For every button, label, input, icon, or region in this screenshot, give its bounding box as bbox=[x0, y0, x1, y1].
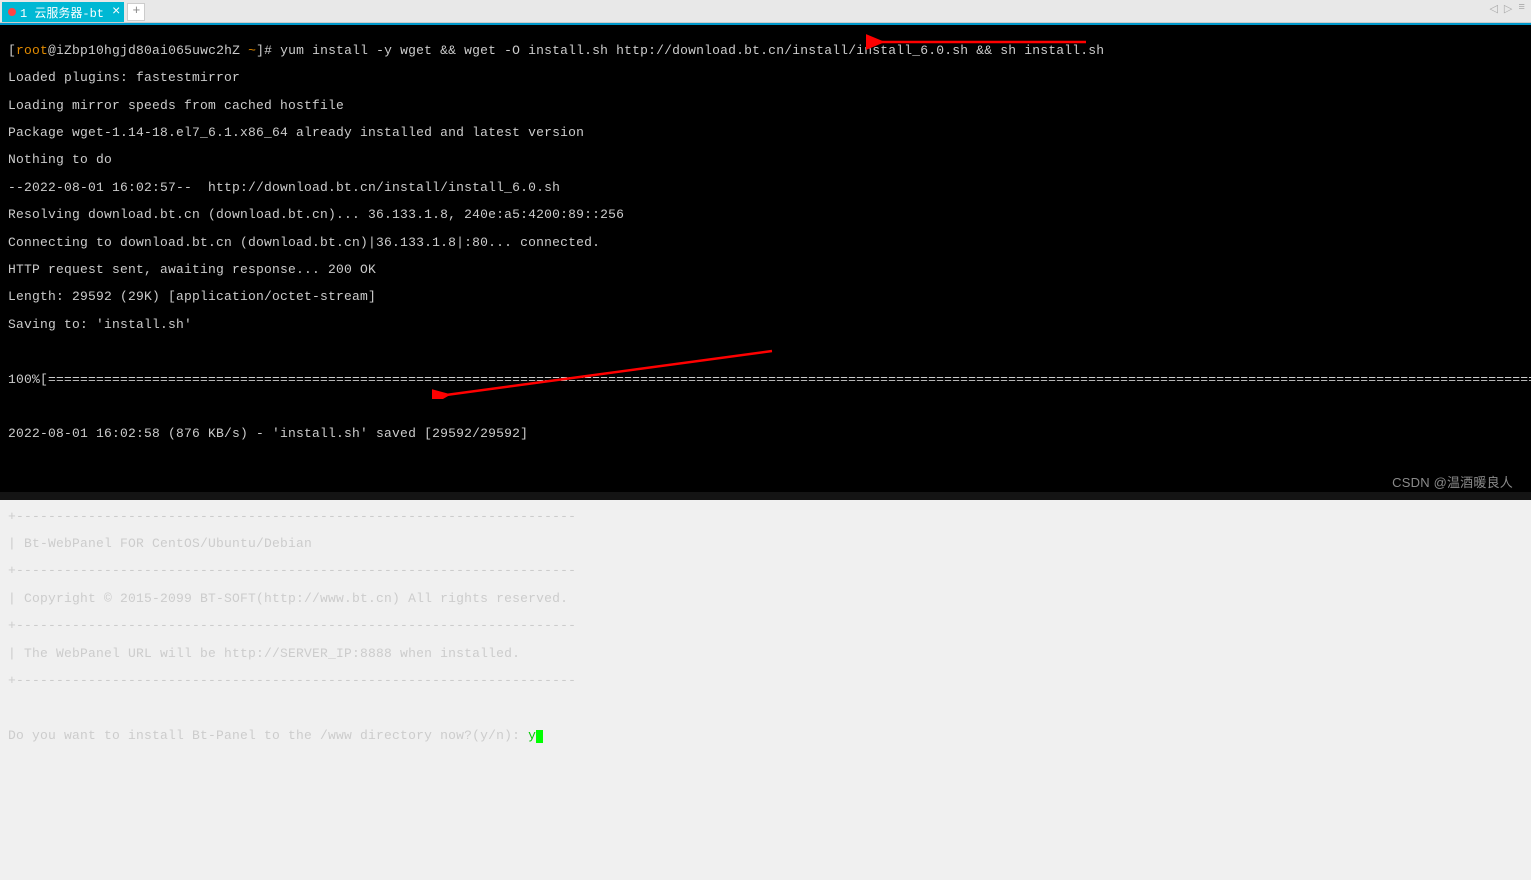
terminal-line: 2022-08-01 16:02:58 (876 KB/s) - 'instal… bbox=[8, 427, 1523, 441]
terminal-line: Nothing to do bbox=[8, 153, 1523, 167]
terminal-line: +---------------------------------------… bbox=[8, 674, 1523, 688]
prompt-end: ]# bbox=[256, 43, 280, 58]
terminal-line: Resolving download.bt.cn (download.bt.cn… bbox=[8, 208, 1523, 222]
terminal-prompt-line: Do you want to install Bt-Panel to the /… bbox=[8, 729, 1523, 743]
tab-nav: ◁ ▷ ≡ bbox=[1489, 2, 1525, 16]
tab-nav-right-icon[interactable]: ▷ bbox=[1504, 2, 1512, 16]
tab-nav-menu-icon[interactable]: ≡ bbox=[1518, 2, 1525, 16]
terminal-line: | The WebPanel URL will be http://SERVER… bbox=[8, 647, 1523, 661]
terminal-line: [root@iZbp10hgjd80ai065uwc2hZ ~]# yum in… bbox=[8, 44, 1523, 58]
prompt-path: ~ bbox=[248, 43, 256, 58]
install-prompt-text: Do you want to install Bt-Panel to the /… bbox=[8, 728, 528, 743]
terminal-line: Length: 29592 (29K) [application/octet-s… bbox=[8, 290, 1523, 304]
tab-status-dot bbox=[8, 8, 16, 16]
terminal-line: 100%[===================================… bbox=[8, 373, 1523, 387]
terminal-line bbox=[8, 345, 1523, 359]
terminal-line: --2022-08-01 16:02:57-- http://download.… bbox=[8, 181, 1523, 195]
terminal-line: Connecting to download.bt.cn (download.b… bbox=[8, 236, 1523, 250]
install-prompt-answer: y bbox=[528, 728, 536, 743]
cursor-icon bbox=[536, 730, 543, 743]
tab-nav-left-icon[interactable]: ◁ bbox=[1489, 2, 1497, 16]
terminal-line bbox=[8, 701, 1523, 715]
terminal-line: +---------------------------------------… bbox=[8, 564, 1523, 578]
terminal-line: Loaded plugins: fastestmirror bbox=[8, 71, 1523, 85]
prompt-at: @ bbox=[48, 43, 56, 58]
watermark: CSDN @温酒暖良人 bbox=[1392, 476, 1513, 490]
terminal-line: Saving to: 'install.sh' bbox=[8, 318, 1523, 332]
soft-edge bbox=[0, 492, 1531, 500]
tab-cloud-server-bt[interactable]: 1 云服务器-bt × bbox=[2, 2, 124, 22]
terminal-line: | Copyright © 2015-2099 BT-SOFT(http://w… bbox=[8, 592, 1523, 606]
terminal-line: | Bt-WebPanel FOR CentOS/Ubuntu/Debian bbox=[8, 537, 1523, 551]
prompt-command: yum install -y wget && wget -O install.s… bbox=[280, 43, 1104, 58]
terminal-line: Package wget-1.14-18.el7_6.1.x86_64 alre… bbox=[8, 126, 1523, 140]
terminal-line: HTTP request sent, awaiting response... … bbox=[8, 263, 1523, 277]
tab-label: 1 云服务器-bt bbox=[20, 4, 104, 21]
tab-bar: 1 云服务器-bt × + ◁ ▷ ≡ bbox=[0, 0, 1531, 23]
terminal-line bbox=[8, 455, 1523, 469]
terminal-line: +---------------------------------------… bbox=[8, 619, 1523, 633]
prompt-host: iZbp10hgjd80ai065uwc2hZ bbox=[56, 43, 248, 58]
close-icon[interactable]: × bbox=[112, 5, 120, 19]
terminal-line: +---------------------------------------… bbox=[8, 510, 1523, 524]
add-tab-button[interactable]: + bbox=[127, 3, 145, 21]
prompt-user: root bbox=[16, 43, 48, 58]
terminal-line: Loading mirror speeds from cached hostfi… bbox=[8, 99, 1523, 113]
terminal-line bbox=[8, 400, 1523, 414]
terminal[interactable]: [root@iZbp10hgjd80ai065uwc2hZ ~]# yum in… bbox=[0, 23, 1531, 500]
